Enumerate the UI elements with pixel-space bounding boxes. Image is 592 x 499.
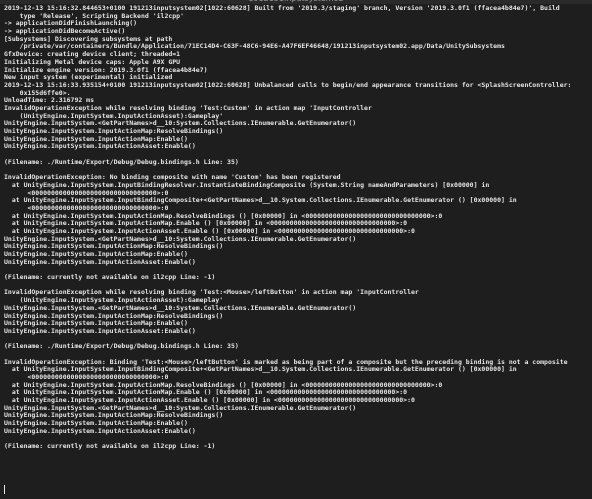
console-line: InvalidOperationException: Binding 'Test…: [4, 358, 568, 366]
console-line: InvalidOperationException while resolvin…: [4, 104, 372, 112]
console-line: Initialize engine version: 2019.3.0f1 (f…: [4, 66, 208, 74]
window-titlebar: 1912131inputsystem02: [0, 0, 592, 4]
console-line: -> applicationDidFinishLaunching(): [4, 20, 138, 28]
console-line: <00000000000000000000000000000000>:0: [4, 189, 169, 197]
console-line: (UnityEngine.InputSystem.InputActionAsse…: [4, 297, 224, 305]
console-line: at UnityEngine.InputSystem.InputActionMa…: [4, 381, 443, 389]
console-line: at UnityEngine.InputSystem.InputBindingC…: [4, 197, 517, 205]
console-line: UnityEngine.InputSystem.InputActionMap:E…: [4, 420, 188, 428]
console-line: at UnityEngine.InputSystem.InputActionMa…: [4, 212, 443, 220]
console-line: /private/var/containers/Bundle/Applicati…: [4, 43, 505, 51]
console-line: <00000000000000000000000000000000>:0: [4, 374, 169, 381]
console-output[interactable]: 2019-12-13 15:16:32.844653+0100 191213in…: [4, 5, 588, 451]
console-line: at UnityEngine.InputSystem.InputBindingR…: [4, 181, 490, 189]
console-line: UnityEngine.InputSystem.<GetPartNames>d_…: [4, 235, 357, 243]
console-line: (Filename: ./Runtime/Export/Debug/Debug.…: [4, 343, 239, 351]
console-line: UnityEngine.InputSystem.InputActionMap:R…: [4, 312, 224, 320]
console-line: at UnityEngine.InputSystem.InputActionAs…: [4, 397, 415, 405]
console-line: New input system (experimental) initiali…: [4, 74, 173, 82]
console-line: at UnityEngine.InputSystem.InputBindingC…: [4, 366, 517, 374]
console-line: at UnityEngine.InputSystem.InputActionMa…: [4, 220, 408, 228]
console-line: UnityEngine.InputSystem.<GetPartNames>d_…: [4, 404, 357, 412]
console-line: at UnityEngine.InputSystem.InputActionMa…: [4, 389, 408, 397]
xcode-console-window: 1912131inputsystem02 2019-12-13 15:16:32…: [0, 0, 592, 499]
text-cursor: [4, 485, 5, 494]
console-line: at UnityEngine.InputSystem.InputActionAs…: [4, 227, 415, 235]
console-line: UnloadTime: 2.316792 ms: [4, 97, 95, 105]
console-line: UnityEngine.InputSystem.InputActionMap:R…: [4, 412, 224, 420]
console-line: (UnityEngine.InputSystem.InputActionAsse…: [4, 112, 224, 120]
console-line: UnityEngine.InputSystem.InputActionAsset…: [4, 258, 196, 266]
console-line: 0x155d6ffe0>.: [4, 89, 71, 97]
console-line: 2019-12-13 15:16:33.935154+0100 191213in…: [4, 81, 572, 89]
console-line: [Subsystems] Discovering subsystems at p…: [4, 35, 173, 43]
console-line: UnityEngine.InputSystem.InputActionAsset…: [4, 427, 196, 435]
console-line: (Filename: currently not available on il…: [4, 274, 216, 282]
console-line: InvalidOperationException: No binding co…: [4, 174, 341, 182]
window-title: 1912131inputsystem02: [0, 0, 592, 3]
console-line: -> applicationDidBecomeActive(): [4, 28, 126, 36]
console-line: type 'Release', Scripting Backend 'il2cp…: [4, 12, 185, 20]
console-line: UnityEngine.InputSystem.InputActionMap:E…: [4, 135, 188, 143]
console-line: UnityEngine.InputSystem.InputActionMap:R…: [4, 243, 224, 251]
console-line: UnityEngine.InputSystem.InputActionMap:R…: [4, 128, 224, 135]
console-line: Initializing Metal device caps: Apple A9…: [4, 58, 181, 66]
console-line: UnityEngine.InputSystem.InputActionMap:E…: [4, 251, 188, 258]
console-line: UnityEngine.InputSystem.<GetPartNames>d_…: [4, 120, 357, 128]
console-line: UnityEngine.InputSystem.InputActionAsset…: [4, 143, 196, 151]
console-line: GfxDevice: creating device client; threa…: [4, 51, 181, 59]
console-line: UnityEngine.InputSystem.InputActionMap:E…: [4, 320, 188, 328]
console-line: InvalidOperationException while resolvin…: [4, 289, 419, 297]
console-line: (Filename: ./Runtime/Export/Debug/Debug.…: [4, 158, 239, 166]
console-line: UnityEngine.InputSystem.<GetPartNames>d_…: [4, 304, 357, 312]
console-line: UnityEngine.InputSystem.InputActionAsset…: [4, 327, 196, 335]
console-line: (Filename: currently not available on il…: [4, 443, 216, 451]
console-line: <00000000000000000000000000000000>:0: [4, 204, 169, 212]
console-line: 2019-12-13 15:16:32.844653+0100 191213in…: [4, 5, 560, 12]
